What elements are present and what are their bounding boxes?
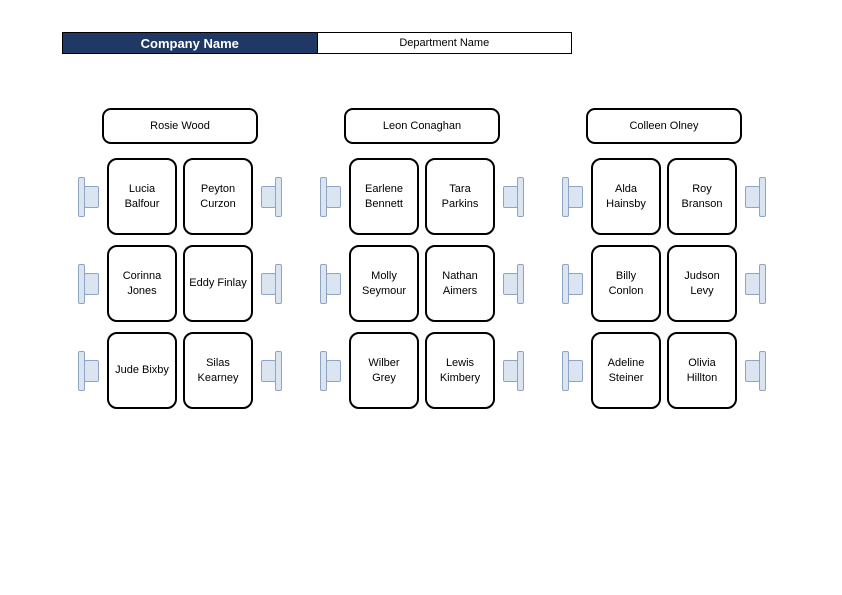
- seat-box: Nathan Aimers: [425, 245, 495, 322]
- chair-icon: [502, 177, 524, 217]
- chair-icon: [320, 264, 342, 304]
- seat-box: Eddy Finlay: [183, 245, 253, 322]
- seat-box: Olivia Hillton: [667, 332, 737, 409]
- chair-icon: [744, 264, 766, 304]
- chair-icon: [78, 177, 100, 217]
- table-cluster-1: Leon Conaghan Earlene Bennett Tara Parki…: [314, 108, 530, 409]
- seat-box: Judson Levy: [667, 245, 737, 322]
- seat-box: Lewis Kimbery: [425, 332, 495, 409]
- chair-icon: [744, 351, 766, 391]
- seat-box: Adeline Steiner: [591, 332, 661, 409]
- table-cluster-2: Colleen Olney Alda Hainsby Roy Branson B…: [556, 108, 772, 409]
- seat-row: Lucia Balfour Peyton Curzon: [78, 158, 282, 235]
- chair-icon: [260, 351, 282, 391]
- seat-row: Wilber Grey Lewis Kimbery: [320, 332, 524, 409]
- seat-rows: Earlene Bennett Tara Parkins Molly Seymo…: [320, 158, 524, 409]
- head-seat: Leon Conaghan: [344, 108, 500, 144]
- seat-box: Corinna Jones: [107, 245, 177, 322]
- seat-row: Corinna Jones Eddy Finlay: [78, 245, 282, 322]
- chair-icon: [78, 264, 100, 304]
- chair-icon: [502, 264, 524, 304]
- seat-box: Molly Seymour: [349, 245, 419, 322]
- seat-rows: Lucia Balfour Peyton Curzon Corinna Jone…: [78, 158, 282, 409]
- seat-box: Billy Conlon: [591, 245, 661, 322]
- chair-icon: [744, 177, 766, 217]
- chair-icon: [260, 177, 282, 217]
- chair-icon: [562, 351, 584, 391]
- seat-box: Lucia Balfour: [107, 158, 177, 235]
- seat-row: Billy Conlon Judson Levy: [562, 245, 766, 322]
- seat-box: Jude Bixby: [107, 332, 177, 409]
- chair-icon: [320, 351, 342, 391]
- table-cluster-0: Rosie Wood Lucia Balfour Peyton Curzon C…: [72, 108, 288, 409]
- chair-icon: [562, 177, 584, 217]
- chair-icon: [502, 351, 524, 391]
- seat-box: Roy Branson: [667, 158, 737, 235]
- seat-box: Earlene Bennett: [349, 158, 419, 235]
- header-bar: Company Name Department Name: [62, 32, 572, 54]
- seat-row: Earlene Bennett Tara Parkins: [320, 158, 524, 235]
- seat-box: Tara Parkins: [425, 158, 495, 235]
- seat-box: Silas Kearney: [183, 332, 253, 409]
- seat-box: Wilber Grey: [349, 332, 419, 409]
- company-name-cell: Company Name: [62, 32, 318, 54]
- head-seat: Rosie Wood: [102, 108, 258, 144]
- chair-icon: [260, 264, 282, 304]
- seat-row: Alda Hainsby Roy Branson: [562, 158, 766, 235]
- department-name-cell: Department Name: [318, 32, 573, 54]
- seat-row: Jude Bixby Silas Kearney: [78, 332, 282, 409]
- seat-box: Peyton Curzon: [183, 158, 253, 235]
- seat-rows: Alda Hainsby Roy Branson Billy Conlon Ju…: [562, 158, 766, 409]
- chair-icon: [320, 177, 342, 217]
- seat-box: Alda Hainsby: [591, 158, 661, 235]
- chair-icon: [562, 264, 584, 304]
- seating-clusters: Rosie Wood Lucia Balfour Peyton Curzon C…: [72, 108, 772, 409]
- head-seat: Colleen Olney: [586, 108, 742, 144]
- seat-row: Molly Seymour Nathan Aimers: [320, 245, 524, 322]
- chair-icon: [78, 351, 100, 391]
- seat-row: Adeline Steiner Olivia Hillton: [562, 332, 766, 409]
